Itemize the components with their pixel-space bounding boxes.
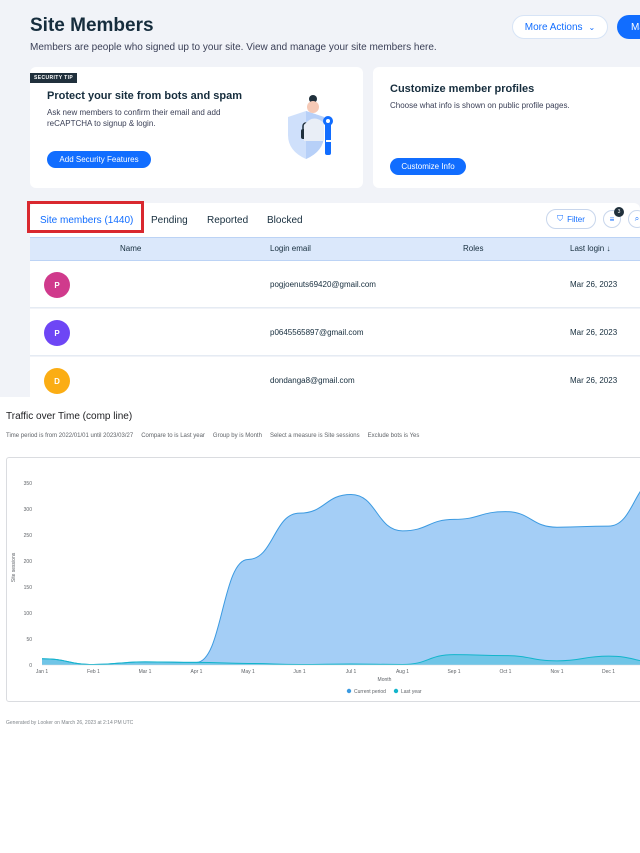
report-param: Time period is from 2022/01/01 until 202… (6, 433, 134, 439)
member-email: dondanga8@gmail.com (270, 376, 355, 385)
members-table-header: Name Login email Roles Last login ↓ (30, 237, 640, 261)
member-email: pogjoenuts69420@gmail.com (270, 280, 376, 289)
y-tick-label: 50 (26, 637, 32, 643)
security-illustration (288, 95, 333, 159)
more-actions-label: More Actions (524, 21, 583, 33)
y-tick-label: 200 (24, 559, 33, 565)
filter-icon: ⛉ (557, 214, 564, 223)
chart-panel: 0 50 100 150 200 250 300 350 Site sessions Jan 1 F… (6, 457, 640, 702)
member-email: p0645565897@gmail.com (270, 328, 364, 337)
security-card-description: Ask new members to confirm their email a… (47, 108, 221, 128)
page-subtitle: Members are people who signed up to your… (30, 42, 437, 53)
y-tick-label: 350 (24, 481, 33, 487)
page-title: Site Members (30, 15, 154, 36)
x-axis-label: Month (378, 677, 392, 683)
active-tab-highlight (27, 201, 144, 233)
y-tick-label: 100 (24, 611, 33, 617)
x-tick-label: Nov 1 (550, 669, 563, 675)
x-tick-label: Sep 1 (447, 669, 460, 675)
x-tick-label: Apr 1 (191, 669, 203, 675)
avatar: D (44, 368, 70, 394)
add-member-button[interactable]: Ma (617, 15, 640, 39)
traffic-area-chart: 0 50 100 150 200 250 300 350 Site sessions Jan 1 F… (11, 481, 640, 695)
security-tip-card: SECURITY TIP Protect your site from bots… (30, 67, 363, 188)
add-member-label: Ma (631, 21, 640, 33)
legend-label: Current period (354, 689, 386, 695)
y-tick-label: 150 (24, 585, 33, 591)
legend-marker (393, 688, 399, 694)
columns-count-badge: 3 (614, 207, 624, 217)
table-row[interactable]: P p0645565897@gmail.com Mar 26, 2023 (30, 309, 640, 356)
legend-label: Last year (401, 689, 422, 695)
avatar: P (44, 272, 70, 298)
customize-info-button[interactable]: Customize Info (390, 158, 466, 175)
x-tick-label: Jan 1 (36, 669, 48, 675)
x-tick-label: Dec 1 (602, 669, 615, 675)
more-actions-button[interactable]: More Actions ⌄ (512, 15, 608, 39)
x-tick-label: Oct 1 (500, 669, 512, 675)
report-params: Time period is from 2022/01/01 until 202… (6, 433, 419, 439)
report-param: Compare to is Last year (141, 433, 205, 439)
report-param: Exclude bots is Yes (367, 433, 420, 439)
report-footer: Generated by Looker on March 26, 2023 at… (6, 720, 134, 726)
chevron-down-icon: ⌄ (588, 22, 596, 32)
filter-label: Filter (567, 214, 585, 224)
member-last-login: Mar 26, 2023 (570, 328, 618, 337)
profile-card-description: Choose what info is shown on public prof… (390, 101, 570, 110)
member-last-login: Mar 26, 2023 (570, 280, 618, 289)
y-tick-label: 250 (24, 533, 33, 539)
column-header-last-login[interactable]: Last login ↓ (570, 244, 610, 253)
security-tip-badge: SECURITY TIP (30, 73, 78, 83)
customize-profiles-card: Customize member profiles Choose what in… (373, 67, 640, 188)
column-header-email[interactable]: Login email (270, 244, 311, 253)
y-tick-label: 300 (24, 507, 33, 513)
traffic-report-screenshot: Traffic over Time (comp line) Time perio… (0, 397, 640, 853)
add-security-features-button[interactable]: Add Security Features (47, 151, 151, 168)
report-param: Group by is Month (212, 433, 262, 439)
x-tick-label: Jul 1 (346, 669, 357, 675)
filter-button[interactable]: ⛉ Filter (546, 209, 596, 229)
x-tick-label: Mar 1 (139, 669, 152, 675)
x-tick-label: Feb 1 (87, 669, 100, 675)
column-header-roles[interactable]: Roles (463, 244, 483, 253)
profile-card-title: Customize member profiles (390, 83, 535, 95)
security-card-title: Protect your site from bots and spam (47, 90, 242, 102)
y-axis-label: Site sessions (11, 552, 17, 582)
columns-icon: ≡ (609, 214, 615, 224)
legend-marker (346, 688, 352, 694)
report-param: Select a measure is Site sessions (269, 433, 360, 439)
member-last-login: Mar 26, 2023 (570, 376, 618, 385)
column-header-name[interactable]: Name (120, 244, 141, 253)
tab-blocked[interactable]: Blocked (267, 215, 303, 226)
avatar: P (44, 320, 70, 346)
search-button[interactable]: ⌕ (628, 210, 640, 228)
site-members-screenshot: Site Members Members are people who sign… (0, 0, 640, 397)
tab-pending[interactable]: Pending (151, 215, 188, 226)
current-period-area (42, 491, 640, 665)
y-tick-label: 0 (29, 663, 32, 669)
tab-reported[interactable]: Reported (207, 215, 248, 226)
search-icon: ⌕ (634, 214, 640, 223)
table-row[interactable]: P pogjoenuts69420@gmail.com Mar 26, 2023 (30, 261, 640, 308)
x-tick-label: May 1 (241, 669, 255, 675)
report-title: Traffic over Time (comp line) (6, 411, 133, 422)
x-tick-label: Jun 1 (293, 669, 305, 675)
table-row[interactable]: D dondanga8@gmail.com Mar 26, 2023 (30, 357, 640, 397)
x-tick-label: Aug 1 (396, 669, 409, 675)
